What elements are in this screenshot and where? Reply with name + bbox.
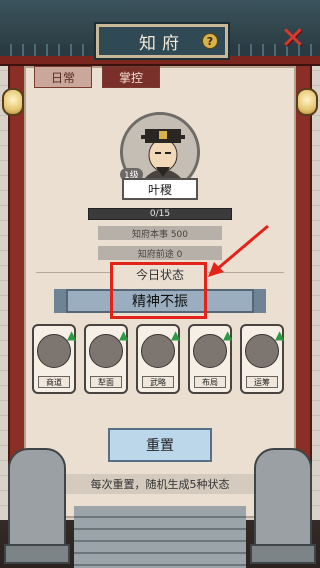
- tab-control[interactable]: 掌控: [102, 66, 160, 88]
- merchant-icon: [37, 334, 71, 368]
- reset-button[interactable]: 重置: [108, 428, 212, 462]
- progress-bar: 0/15: [88, 208, 232, 220]
- strategy-icon: [245, 334, 279, 368]
- card-label: 运筹: [246, 376, 278, 388]
- lantern-icon: [2, 88, 24, 116]
- scroll-icon: [89, 334, 123, 368]
- card-label: 犁面: [90, 376, 122, 388]
- lantern-icon: [296, 88, 318, 116]
- status-card-warrior[interactable]: ▲ 武略: [136, 324, 180, 394]
- status-card-merchant[interactable]: ▲ 商道: [32, 324, 76, 394]
- stone-steps: [74, 506, 246, 568]
- highlight-box: [110, 262, 207, 319]
- help-icon[interactable]: ?: [202, 33, 218, 49]
- warrior-icon: [141, 334, 175, 368]
- up-arrow-icon: ▲: [119, 328, 129, 342]
- lion-base: [250, 544, 316, 564]
- lion-base: [4, 544, 70, 564]
- tab-daily[interactable]: 日常: [34, 66, 92, 88]
- stone-lion-icon: [250, 448, 316, 564]
- status-card-layout[interactable]: ▲ 布局: [188, 324, 232, 394]
- official-name: 叶稷: [122, 178, 198, 200]
- card-label: 武略: [142, 376, 174, 388]
- progress-text: 0/15: [149, 209, 171, 219]
- status-card-strategy[interactable]: ▲ 运筹: [240, 324, 284, 394]
- up-arrow-icon: ▲: [223, 328, 233, 342]
- hint-text: 每次重置，随机生成5种状态: [62, 474, 258, 494]
- card-label: 商道: [38, 376, 70, 388]
- ability-stat: 知府本事 500: [98, 226, 222, 240]
- prospect-stat: 知府前途 0: [98, 246, 222, 260]
- status-card-scroll[interactable]: ▲ 犁面: [84, 324, 128, 394]
- stone-lion-icon: [4, 448, 70, 564]
- card-label: 布局: [194, 376, 226, 388]
- up-arrow-icon: ▲: [275, 328, 285, 342]
- up-arrow-icon: ▲: [171, 328, 181, 342]
- layout-icon: [193, 334, 227, 368]
- up-arrow-icon: ▲: [67, 328, 77, 342]
- close-button[interactable]: ✕: [278, 24, 308, 54]
